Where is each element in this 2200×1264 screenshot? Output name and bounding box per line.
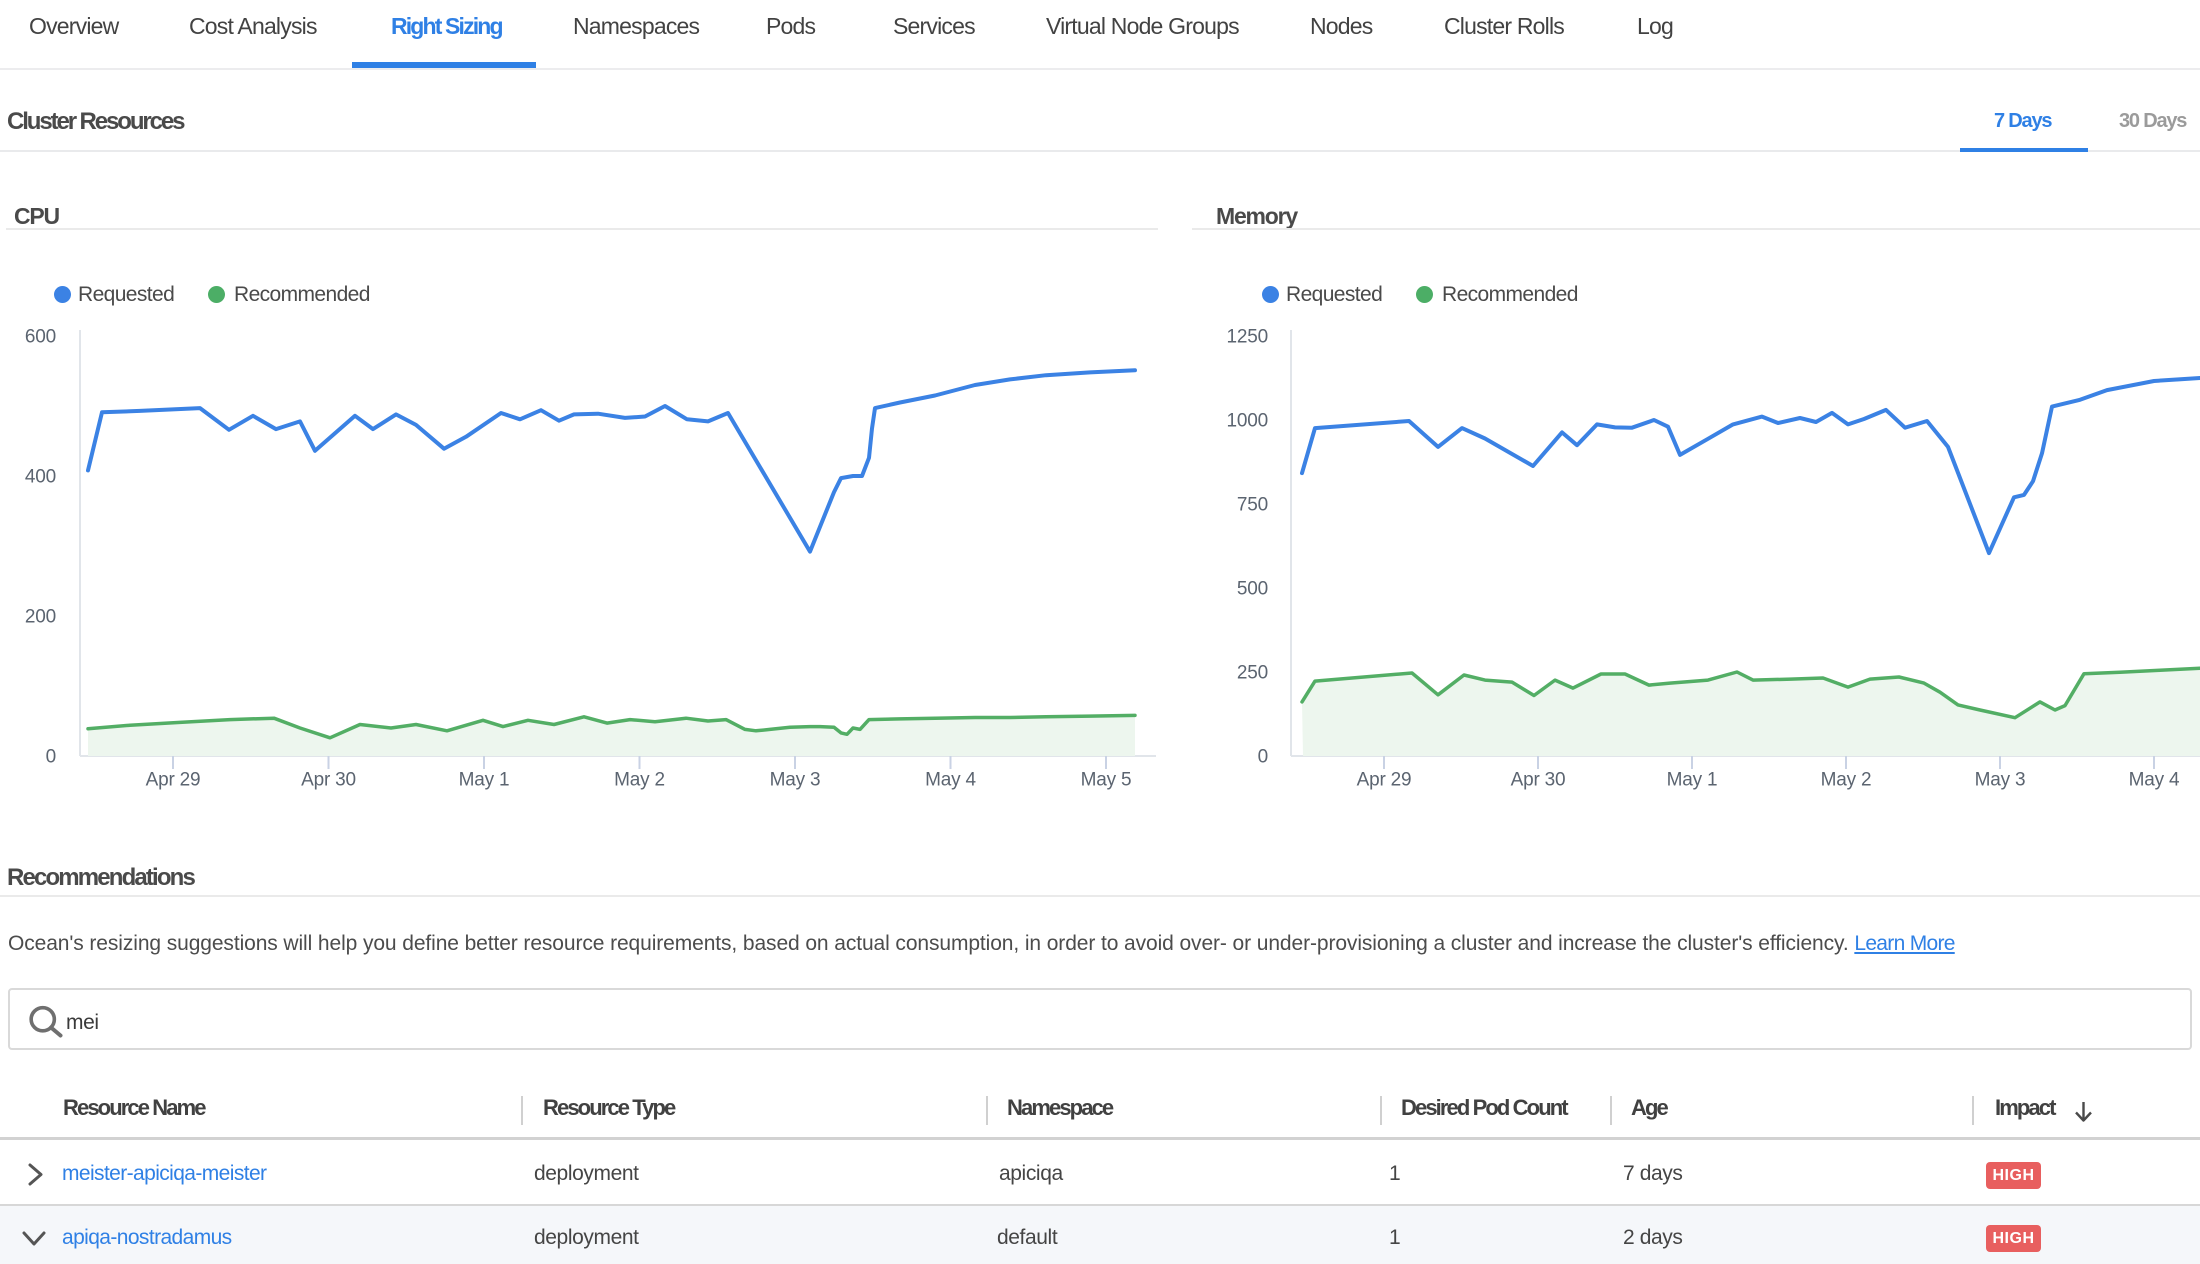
svg-text:May 1: May 1: [459, 770, 510, 791]
svg-text:May 2: May 2: [614, 770, 665, 791]
svg-text:May 2: May 2: [1821, 770, 1872, 791]
svg-text:May 5: May 5: [1081, 770, 1132, 791]
svg-text:200: 200: [25, 607, 56, 628]
svg-text:May 4: May 4: [2129, 770, 2180, 791]
svg-text:Apr 30: Apr 30: [1511, 770, 1566, 791]
svg-text:750: 750: [1237, 495, 1268, 516]
svg-text:May 3: May 3: [1975, 770, 2026, 791]
svg-text:May 3: May 3: [770, 770, 821, 791]
svg-text:1250: 1250: [1227, 327, 1268, 348]
svg-text:0: 0: [1258, 747, 1268, 768]
svg-text:May 1: May 1: [1667, 770, 1718, 791]
svg-text:Apr 29: Apr 29: [146, 770, 201, 791]
svg-text:600: 600: [25, 327, 56, 348]
svg-text:250: 250: [1237, 663, 1268, 684]
svg-text:1000: 1000: [1227, 411, 1268, 432]
svg-text:May 4: May 4: [925, 770, 976, 791]
svg-text:500: 500: [1237, 579, 1268, 600]
svg-text:Apr 30: Apr 30: [301, 770, 356, 791]
svg-text:0: 0: [46, 747, 56, 768]
svg-text:400: 400: [25, 467, 56, 488]
svg-text:Apr 29: Apr 29: [1357, 770, 1412, 791]
